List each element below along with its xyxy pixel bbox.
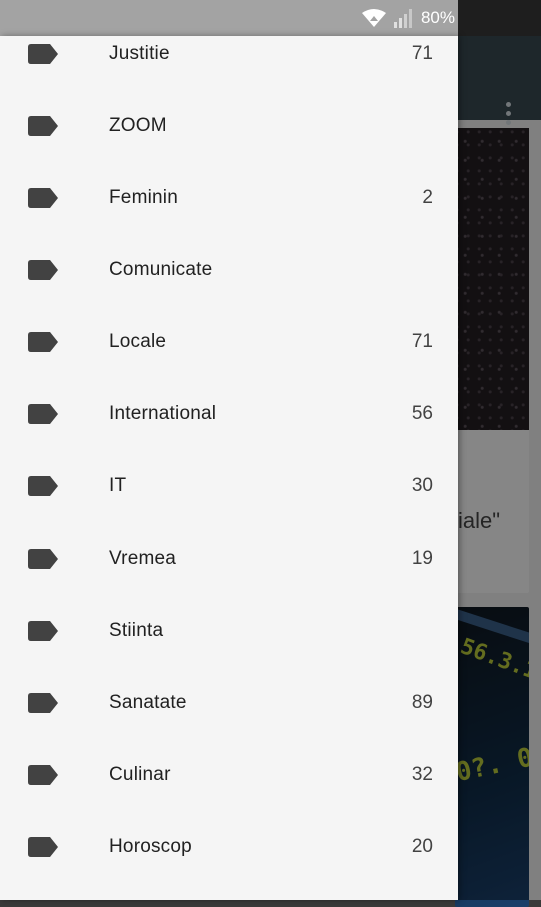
- tag-icon: [28, 621, 58, 641]
- drawer-item-label: Comunicate: [109, 259, 213, 280]
- tag-icon: [28, 260, 58, 280]
- tag-icon: [28, 837, 58, 857]
- drawer-item-label: Sanatate: [109, 692, 187, 713]
- drawer-item-label: International: [109, 403, 217, 424]
- drawer-item-label: Stiinta: [109, 620, 164, 641]
- drawer-item-horoscop[interactable]: Horoscop 20: [0, 820, 458, 892]
- drawer-item-label: Feminin: [109, 187, 178, 208]
- drawer-item-feminin[interactable]: Feminin 2: [0, 171, 458, 243]
- drawer-item-sanatate[interactable]: Sanatate 89: [0, 676, 458, 748]
- drawer-item-label: Culinar: [109, 764, 171, 785]
- drawer-item-count: 30: [411, 475, 433, 496]
- drawer-item-count: 19: [411, 548, 433, 569]
- tag-icon: [28, 765, 58, 785]
- drawer-item-comunicate[interactable]: Comunicate: [0, 243, 458, 315]
- drawer-item-justitie[interactable]: Justitie 71: [0, 36, 458, 99]
- drawer-item-international[interactable]: International 56: [0, 387, 458, 459]
- drawer-item-count: 71: [411, 43, 433, 64]
- tag-icon: [28, 44, 58, 64]
- tag-icon: [28, 693, 58, 713]
- tag-icon: [28, 549, 58, 569]
- battery-percent: 80%: [420, 8, 455, 27]
- signal-icon: [393, 9, 412, 28]
- drawer-item-zoom[interactable]: ZOOM: [0, 99, 458, 171]
- tag-icon: [28, 404, 58, 424]
- drawer-item-count: 32: [411, 764, 433, 785]
- drawer-item-culinar[interactable]: Culinar 32: [0, 748, 458, 820]
- tag-icon: [28, 188, 58, 208]
- status-icons: 80%: [361, 0, 455, 36]
- drawer-item-count: 20: [411, 836, 433, 857]
- drawer-item-it[interactable]: IT 30: [0, 459, 458, 531]
- drawer-item-label: Vremea: [109, 548, 177, 569]
- drawer-item-label: Justitie: [109, 43, 170, 64]
- drawer-item-vremea[interactable]: Vremea 19: [0, 532, 458, 604]
- drawer-item-label: Horoscop: [109, 836, 192, 857]
- drawer-item-label: Locale: [109, 331, 167, 352]
- drawer-item-count: 56: [411, 403, 433, 424]
- tag-icon: [28, 332, 58, 352]
- drawer-item-label: IT: [109, 475, 127, 496]
- drawer-item-stiinta[interactable]: Stiinta: [0, 604, 458, 676]
- wifi-icon: [361, 9, 386, 27]
- tag-icon: [28, 116, 58, 136]
- drawer-item-count: 71: [411, 331, 433, 352]
- drawer-item-count: 2: [422, 187, 433, 208]
- navigation-drawer: Justitie 71 ZOOM Feminin 2 Comunicate Lo…: [0, 36, 458, 900]
- status-bar: 80%: [0, 0, 541, 36]
- tag-icon: [28, 476, 58, 496]
- drawer-item-label: ZOOM: [109, 115, 167, 136]
- drawer-item-locale[interactable]: Locale 71: [0, 315, 458, 387]
- drawer-item-count: 89: [411, 692, 433, 713]
